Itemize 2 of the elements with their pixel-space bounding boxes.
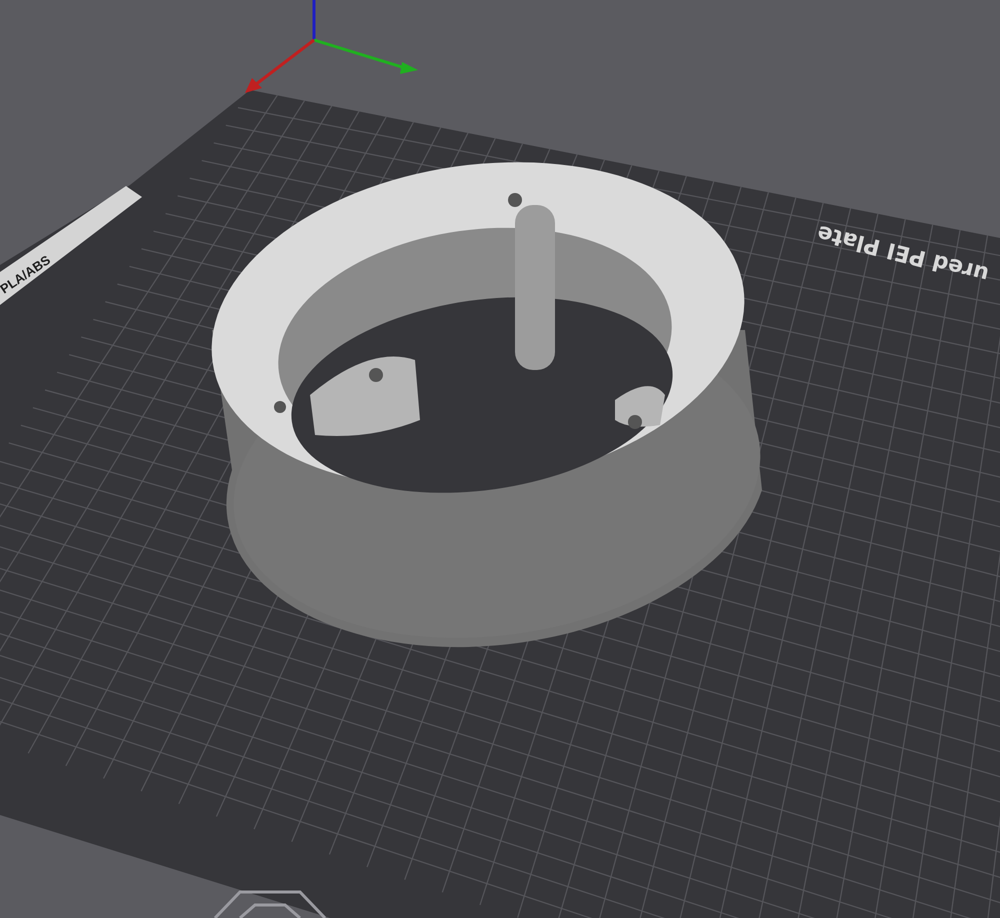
bed-label: ured PEI Plate: [814, 220, 992, 286]
plate-logo-icon: [214, 890, 326, 918]
